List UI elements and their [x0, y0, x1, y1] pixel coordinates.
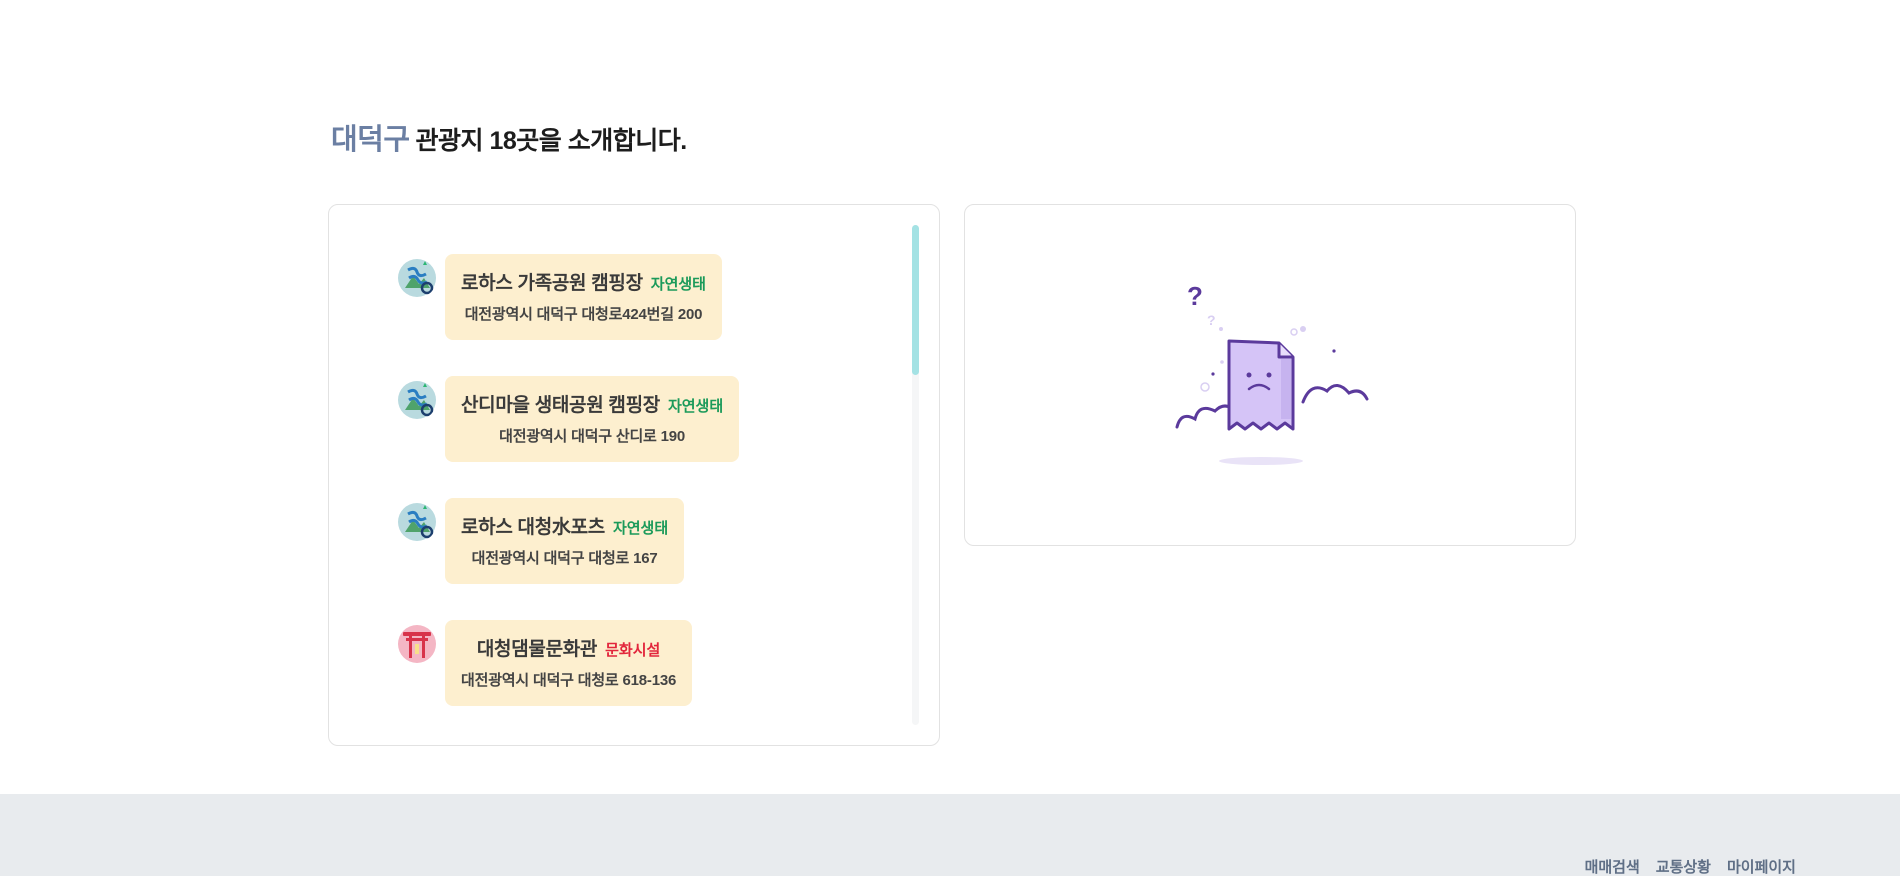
nature-map-icon: [397, 258, 437, 298]
place-address: 대전광역시 대덕구 대청로424번길 200: [464, 306, 703, 323]
place-category: 자연생태: [667, 398, 724, 415]
place-category: 자연생태: [612, 520, 669, 537]
nature-map-icon: [397, 502, 437, 542]
place-address: 대전광역시 대덕구 대청로 618-136: [461, 672, 677, 689]
place-name: 로하스 가족공원 캠핑장: [461, 273, 643, 294]
place-category: 자연생태: [650, 276, 706, 293]
place-card[interactable]: 로하스 가족공원 캠핑장 자연생태 대전광역시 대덕구 대청로424번길 200: [445, 254, 722, 340]
svg-text:?: ?: [1187, 281, 1203, 311]
page-title: 대덕구 관광지 18곳을 소개합니다.: [331, 116, 687, 158]
footer-nav: 매매검색 교통상황 마이페이지: [1585, 856, 1796, 876]
place-name: 대청댐물문화관: [476, 639, 598, 660]
place-name: 로하스 대청水포츠: [461, 517, 605, 538]
footer-link-mypage[interactable]: 마이페이지: [1727, 856, 1796, 876]
place-list-panel[interactable]: 로하스 가족공원 캠핑장 자연생태 대전광역시 대덕구 대청로424번길 200 …: [328, 204, 940, 746]
sad-document-icon: ? ?: [1169, 277, 1369, 482]
nature-map-icon: [397, 380, 437, 420]
place-card[interactable]: 로하스 대청水포츠 자연생태 대전광역시 대덕구 대청로 167: [445, 498, 685, 584]
scrollbar-thumb[interactable]: [912, 225, 919, 375]
footer: 매매검색 교통상황 마이페이지: [0, 794, 1900, 876]
detail-panel: ? ?: [964, 204, 1576, 546]
place-card[interactable]: 대청댐물문화관 문화시설 대전광역시 대덕구 대청로 618-136: [445, 620, 693, 706]
footer-link-trade-search[interactable]: 매매검색: [1585, 856, 1640, 876]
place-card[interactable]: 산디마을 생태공원 캠핑장 자연생태 대전광역시 대덕구 산디로 190: [445, 376, 740, 462]
place-address: 대전광역시 대덕구 대청로 167: [471, 550, 658, 567]
intro-text: 관광지 18곳을 소개합니다.: [415, 127, 688, 155]
place-category: 문화시설: [605, 642, 661, 659]
scrollbar[interactable]: [912, 225, 919, 725]
svg-text:?: ?: [1207, 312, 1216, 328]
torii-gate-icon: [397, 624, 437, 664]
district-name: 대덕구: [331, 124, 410, 156]
place-address: 대전광역시 대덕구 산디로 190: [499, 428, 686, 445]
place-name: 산디마을 생태공원 캠핑장: [461, 395, 660, 416]
footer-link-traffic[interactable]: 교통상황: [1656, 856, 1711, 876]
